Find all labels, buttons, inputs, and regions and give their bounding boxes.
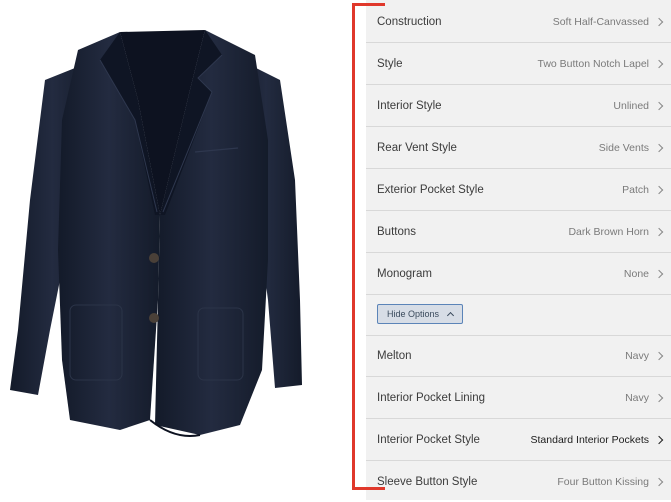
option-value: Navy xyxy=(625,350,649,362)
option-row-sleeve-button-style[interactable]: Sleeve Button Style Four Button Kissing xyxy=(366,461,671,502)
option-value: Side Vents xyxy=(598,142,649,154)
option-value: Standard Interior Pockets xyxy=(530,434,649,446)
chevron-right-icon xyxy=(654,351,664,361)
chevron-right-icon xyxy=(654,101,664,111)
option-row-construction[interactable]: Construction Soft Half-Canvassed xyxy=(366,2,671,43)
option-row-interior-pocket-lining[interactable]: Interior Pocket Lining Navy xyxy=(366,378,671,419)
option-label: Sleeve Button Style xyxy=(377,475,478,488)
option-row-monogram[interactable]: Monogram None xyxy=(366,254,671,295)
option-row-exterior-pocket-style[interactable]: Exterior Pocket Style Patch xyxy=(366,170,671,211)
chevron-right-icon xyxy=(654,59,664,69)
hide-options-button[interactable]: Hide Options xyxy=(377,304,463,324)
navy-blazer-image xyxy=(10,30,302,437)
option-label: Interior Style xyxy=(377,100,442,112)
chevron-right-icon xyxy=(654,143,664,153)
option-value: None xyxy=(623,268,649,280)
option-row-interior-style[interactable]: Interior Style Unlined xyxy=(366,86,671,127)
chevron-right-icon xyxy=(654,435,664,445)
option-value: Dark Brown Horn xyxy=(568,226,649,238)
hide-options-label: Hide Options xyxy=(386,309,440,319)
option-row-style[interactable]: Style Two Button Notch Lapel xyxy=(366,44,671,85)
option-row-interior-pocket-style[interactable]: Interior Pocket Style Standard Interior … xyxy=(366,420,671,461)
option-value: Four Button Kissing xyxy=(557,475,649,488)
chevron-right-icon xyxy=(654,227,664,237)
option-label: Interior Pocket Lining xyxy=(377,392,486,404)
chevron-right-icon xyxy=(654,393,664,403)
option-row-buttons[interactable]: Buttons Dark Brown Horn xyxy=(366,212,671,253)
chevron-right-icon xyxy=(654,17,664,27)
options-panel: Construction Soft Half-Canvassed Style T… xyxy=(366,0,671,500)
chevron-up-icon xyxy=(446,311,455,320)
hide-options-row: Hide Options xyxy=(366,294,671,336)
option-value: Two Button Notch Lapel xyxy=(537,58,650,70)
chevron-right-icon xyxy=(654,477,664,486)
option-value: Patch xyxy=(622,184,649,196)
chevron-right-icon xyxy=(654,185,664,195)
option-label: Interior Pocket Style xyxy=(377,434,480,446)
option-value: Navy xyxy=(625,392,649,404)
option-label: Exterior Pocket Style xyxy=(377,184,484,196)
option-label: Monogram xyxy=(377,268,432,280)
option-row-melton[interactable]: Melton Navy xyxy=(366,336,671,377)
product-image-jacket xyxy=(0,0,340,500)
option-value: Unlined xyxy=(613,100,649,112)
option-label: Rear Vent Style xyxy=(377,142,457,154)
highlight-bracket xyxy=(352,3,385,490)
chevron-right-icon xyxy=(654,269,664,279)
option-row-rear-vent-style[interactable]: Rear Vent Style Side Vents xyxy=(366,128,671,169)
option-label: Construction xyxy=(377,16,442,28)
option-value: Soft Half-Canvassed xyxy=(552,16,649,28)
